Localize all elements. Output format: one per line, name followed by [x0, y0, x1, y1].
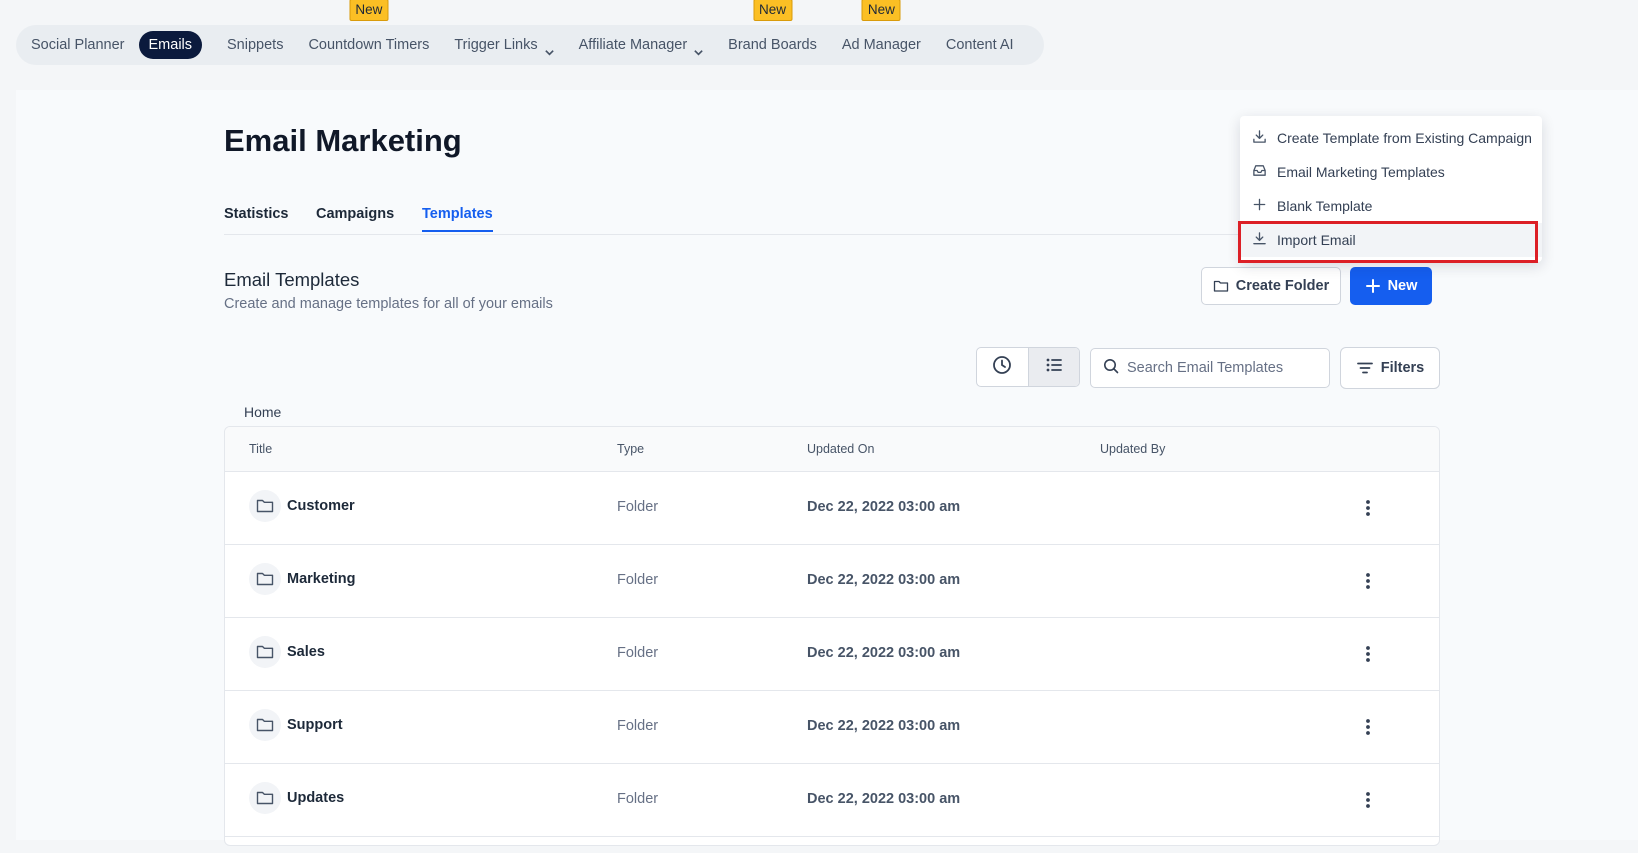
- row-type: Folder: [617, 791, 659, 807]
- view-toggle: [976, 347, 1080, 387]
- menu-item-create-from-campaign[interactable]: Create Template from Existing Campaign: [1240, 121, 1542, 155]
- nav-item-emails[interactable]: Emails: [138, 31, 203, 59]
- search-box: [1090, 348, 1330, 388]
- folder-icon: [249, 709, 281, 741]
- nav-item-brand-boards[interactable]: Brand Boards New: [713, 0, 832, 59]
- row-updated-on: Dec 22, 2022 03:00 am: [807, 499, 961, 515]
- section-subtitle: Create and manage templates for all of y…: [224, 296, 553, 312]
- table-row[interactable]: Updates Folder Dec 22, 2022 03:00 am: [225, 764, 1439, 837]
- row-updated-on: Dec 22, 2022 03:00 am: [807, 572, 961, 588]
- plus-icon: [1365, 278, 1381, 294]
- row-title: Support: [249, 709, 343, 741]
- row-type: Folder: [617, 718, 659, 734]
- folder-icon: [249, 563, 281, 595]
- table-row[interactable]: Marketing Folder Dec 22, 2022 03:00 am: [225, 545, 1439, 618]
- more-options-icon[interactable]: [1355, 786, 1381, 814]
- templates-table: Title Type Updated On Updated By Custome…: [224, 426, 1440, 846]
- row-title: Marketing: [249, 563, 356, 595]
- column-header-updated-on[interactable]: Updated On: [807, 442, 874, 456]
- more-options-icon[interactable]: [1355, 640, 1381, 668]
- row-type: Folder: [617, 499, 659, 515]
- clock-icon: [992, 355, 1012, 380]
- new-button[interactable]: New: [1350, 267, 1432, 305]
- new-badge: New: [861, 0, 901, 21]
- row-title: Updates: [249, 782, 344, 814]
- column-header-title[interactable]: Title: [249, 442, 272, 456]
- top-nav: Social Planner Emails Snippets Countdown…: [16, 0, 1044, 65]
- highlight-box: [1238, 221, 1538, 263]
- nav-item-trigger-links[interactable]: Trigger Links: [439, 31, 568, 59]
- more-options-icon[interactable]: [1355, 713, 1381, 741]
- row-type: Folder: [617, 572, 659, 588]
- nav-item-snippets[interactable]: Snippets: [212, 31, 298, 59]
- row-updated-on: Dec 22, 2022 03:00 am: [807, 718, 961, 734]
- new-dropdown-menu: Create Template from Existing Campaign E…: [1238, 116, 1542, 263]
- list-icon: [1044, 355, 1064, 380]
- menu-item-email-marketing-templates[interactable]: Email Marketing Templates: [1240, 155, 1542, 189]
- new-badge: New: [349, 0, 389, 21]
- nav-item-ad-manager[interactable]: Ad Manager New: [827, 0, 936, 59]
- column-header-type[interactable]: Type: [617, 442, 644, 456]
- tab-templates[interactable]: Templates: [422, 206, 493, 232]
- new-badge: New: [752, 0, 793, 21]
- table-row[interactable]: Support Folder Dec 22, 2022 03:00 am: [225, 691, 1439, 764]
- folder-icon: [249, 490, 281, 522]
- menu-item-import-email[interactable]: Import Email: [1238, 221, 1542, 263]
- table-header: Title Type Updated On Updated By: [225, 427, 1439, 472]
- list-view-button[interactable]: [1027, 348, 1079, 386]
- folder-icon: [249, 636, 281, 668]
- table-row[interactable]: Customer Folder Dec 22, 2022 03:00 am: [225, 472, 1439, 545]
- chevron-down-icon: [693, 40, 703, 56]
- row-updated-on: Dec 22, 2022 03:00 am: [807, 791, 961, 807]
- row-type: Folder: [617, 645, 659, 661]
- folder-icon: [249, 782, 281, 814]
- menu-item-blank-template[interactable]: Blank Template: [1240, 189, 1542, 223]
- search-input[interactable]: [1125, 359, 1319, 377]
- breadcrumb[interactable]: Home: [244, 404, 281, 420]
- create-folder-button[interactable]: Create Folder: [1201, 267, 1341, 305]
- row-updated-on: Dec 22, 2022 03:00 am: [807, 645, 961, 661]
- row-title: Sales: [249, 636, 325, 668]
- inbox-icon: [1252, 163, 1267, 181]
- row-title: Customer: [249, 490, 355, 522]
- recent-view-button[interactable]: [977, 348, 1028, 386]
- download-icon: [1252, 129, 1267, 147]
- filters-button[interactable]: Filters: [1340, 347, 1440, 389]
- table-row[interactable]: Sales Folder Dec 22, 2022 03:00 am: [225, 618, 1439, 691]
- plus-icon: [1252, 197, 1267, 215]
- nav-item-content-ai[interactable]: Content AI: [931, 31, 1029, 59]
- tab-campaigns[interactable]: Campaigns: [316, 206, 394, 222]
- nav-item-affiliate-manager[interactable]: Affiliate Manager: [564, 31, 719, 59]
- filter-icon: [1356, 359, 1374, 377]
- search-icon: [1103, 358, 1119, 379]
- more-options-icon[interactable]: [1355, 567, 1381, 595]
- chevron-down-icon: [544, 40, 554, 56]
- section-title: Email Templates: [224, 269, 360, 290]
- column-header-updated-by[interactable]: Updated By: [1100, 442, 1165, 456]
- tab-statistics[interactable]: Statistics: [224, 206, 288, 222]
- page-title: Email Marketing: [224, 123, 462, 158]
- folder-icon: [1213, 278, 1229, 294]
- nav-item-countdown-timers[interactable]: Countdown Timers New: [293, 0, 444, 59]
- nav-item-social-planner[interactable]: Social Planner: [16, 31, 140, 59]
- more-options-icon[interactable]: [1355, 494, 1381, 522]
